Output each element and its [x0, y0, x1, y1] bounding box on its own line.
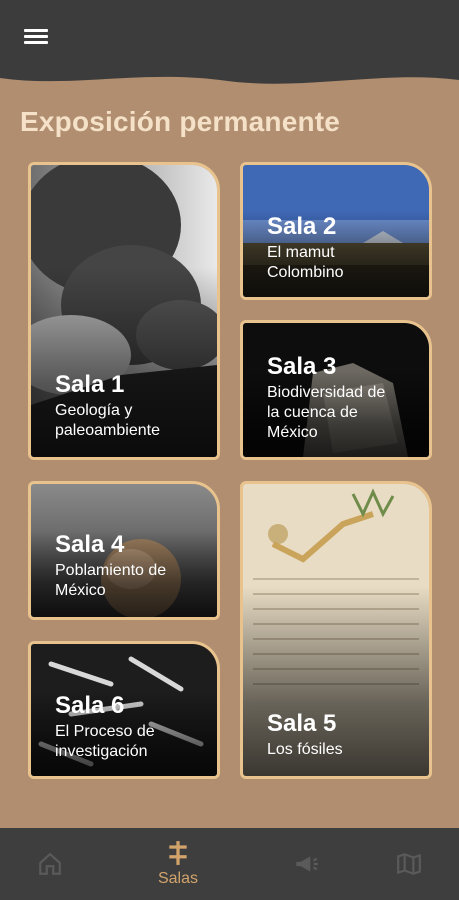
sala-card-3[interactable]: Sala 3 Biodiversidad de la cuenca de Méx… — [240, 320, 432, 460]
nav-salas[interactable]: Salas — [128, 828, 228, 900]
nav-home[interactable] — [0, 828, 100, 900]
top-bar-background — [0, 0, 459, 84]
sala-card-5[interactable]: Sala 5 Los fósiles — [240, 481, 432, 779]
home-icon — [39, 852, 61, 875]
sala-number: Sala 2 — [267, 213, 337, 240]
map-icon — [397, 853, 421, 875]
nav-announcements[interactable] — [256, 828, 356, 900]
sala-card-4[interactable]: Sala 4 Poblamiento de México — [28, 481, 220, 620]
sala-card-6[interactable]: Sala 6 El Proceso de investigación — [28, 641, 220, 779]
sala-card-1[interactable]: Sala 1 Geología y paleoambiente — [28, 162, 220, 460]
sala-card-2[interactable]: Sala 2 El mamut Colombino — [240, 162, 432, 300]
sala-number: Sala 4 — [55, 531, 125, 558]
salas-icon — [169, 841, 187, 865]
sala-description: Geología y paleoambiente — [55, 402, 160, 439]
top-app-bar — [0, 0, 459, 110]
sala-number: Sala 6 — [55, 692, 125, 719]
megaphone-icon — [296, 856, 318, 872]
hamburger-menu-icon[interactable] — [18, 26, 54, 54]
sala-description: Poblamiento de México — [55, 562, 167, 599]
nav-map[interactable] — [359, 828, 459, 900]
sala-number: Sala 1 — [55, 371, 125, 398]
sala-number: Sala 3 — [267, 353, 337, 380]
nav-salas-label: Salas — [157, 870, 199, 887]
sala-description: El mamut Colombino — [267, 244, 344, 281]
sala-description: Biodiversidad de la cuenca de México — [267, 384, 386, 441]
page-title: Exposición permanente — [20, 106, 341, 137]
sala-number: Sala 5 — [267, 710, 337, 737]
bottom-navigation: Salas — [0, 828, 459, 900]
sala-description: Los fósiles — [267, 741, 343, 758]
sala-description: El Proceso de investigación — [55, 723, 155, 760]
